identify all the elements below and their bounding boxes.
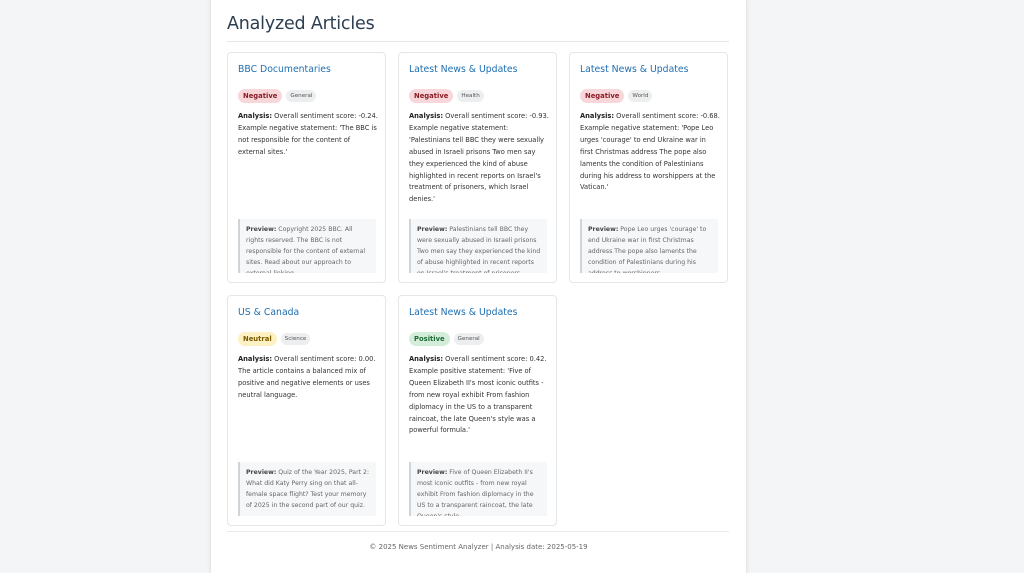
preview-body: Five of Queen Elizabeth II's most iconic…	[417, 469, 534, 516]
preview-label: Preview:	[246, 226, 277, 233]
preview-box: Preview: Quiz of the Year 2025, Part 2: …	[238, 462, 376, 516]
sentiment-badge: Negative	[409, 88, 454, 103]
analysis-label: Analysis:	[238, 112, 273, 120]
badge-row: Positive General	[409, 328, 484, 347]
analysis-text: Analysis: Overall sentiment score: -0.93…	[409, 111, 549, 206]
analysis-body: Overall sentiment score: -0.68. Example …	[580, 112, 720, 192]
analysis-label: Analysis:	[580, 112, 615, 120]
article-card: Latest News & Updates Positive General An…	[398, 295, 557, 526]
analysis-body: Overall sentiment score: -0.93. Example …	[409, 112, 549, 204]
preview-label: Preview:	[417, 469, 448, 476]
section-title: Analyzed Articles	[227, 14, 375, 34]
preview-box: Preview: Palestinians tell BBC they were…	[409, 219, 547, 273]
badge-row: Neutral Science	[238, 328, 311, 347]
category-badge: Health	[457, 89, 484, 102]
category-badge: Science	[280, 332, 311, 345]
preview-body: Pope Leo urges 'courage' to end Ukraine …	[588, 226, 707, 273]
title-divider	[227, 41, 729, 42]
badge-row: Negative General	[238, 85, 317, 104]
preview-label: Preview:	[588, 226, 619, 233]
article-card: US & Canada Neutral Science Analysis: Ove…	[227, 295, 386, 526]
preview-box: Preview: Five of Queen Elizabeth II's mo…	[409, 462, 547, 516]
analysis-label: Analysis:	[409, 112, 444, 120]
analysis-label: Analysis:	[409, 355, 444, 363]
analysis-label: Analysis:	[238, 355, 273, 363]
article-title-link[interactable]: Latest News & Updates	[409, 64, 548, 75]
article-card: BBC Documentaries Negative General Analys…	[227, 52, 386, 283]
analysis-text: Analysis: Overall sentiment score: 0.42.…	[409, 354, 549, 437]
badge-row: Negative World	[580, 85, 653, 104]
analysis-text: Analysis: Overall sentiment score: -0.68…	[580, 111, 720, 194]
category-badge: General	[286, 89, 317, 102]
footer-divider	[227, 531, 729, 532]
article-card: Latest News & Updates Negative World Anal…	[569, 52, 728, 283]
article-title-link[interactable]: Latest News & Updates	[580, 64, 719, 75]
analysis-text: Analysis: Overall sentiment score: 0.00.…	[238, 354, 378, 402]
main-panel: Analyzed Articles BBC Documentaries Nega…	[210, 0, 747, 573]
article-title-link[interactable]: Latest News & Updates	[409, 307, 548, 318]
preview-box: Preview: Pope Leo urges 'courage' to end…	[580, 219, 718, 273]
sentiment-badge: Negative	[580, 88, 625, 103]
sentiment-badge: Neutral	[238, 331, 277, 346]
preview-label: Preview:	[417, 226, 448, 233]
analysis-text: Analysis: Overall sentiment score: -0.24…	[238, 111, 378, 159]
analysis-body: Overall sentiment score: 0.42. Example p…	[409, 355, 547, 435]
badge-row: Negative Health	[409, 85, 484, 104]
article-title-link[interactable]: US & Canada	[238, 307, 377, 318]
footer-text: © 2025 News Sentiment Analyzer | Analysi…	[369, 543, 588, 551]
preview-body: Palestinians tell BBC they were sexually…	[417, 226, 541, 273]
category-badge: General	[453, 332, 484, 345]
sentiment-badge: Positive	[409, 331, 450, 346]
preview-label: Preview:	[246, 469, 277, 476]
article-title-link[interactable]: BBC Documentaries	[238, 64, 377, 75]
category-badge: World	[628, 89, 653, 102]
article-card: Latest News & Updates Negative Health Ana…	[398, 52, 557, 283]
preview-body: Copyright 2025 BBC. All rights reserved.…	[246, 226, 366, 273]
preview-box: Preview: Copyright 2025 BBC. All rights …	[238, 219, 376, 273]
sentiment-badge: Negative	[238, 88, 283, 103]
